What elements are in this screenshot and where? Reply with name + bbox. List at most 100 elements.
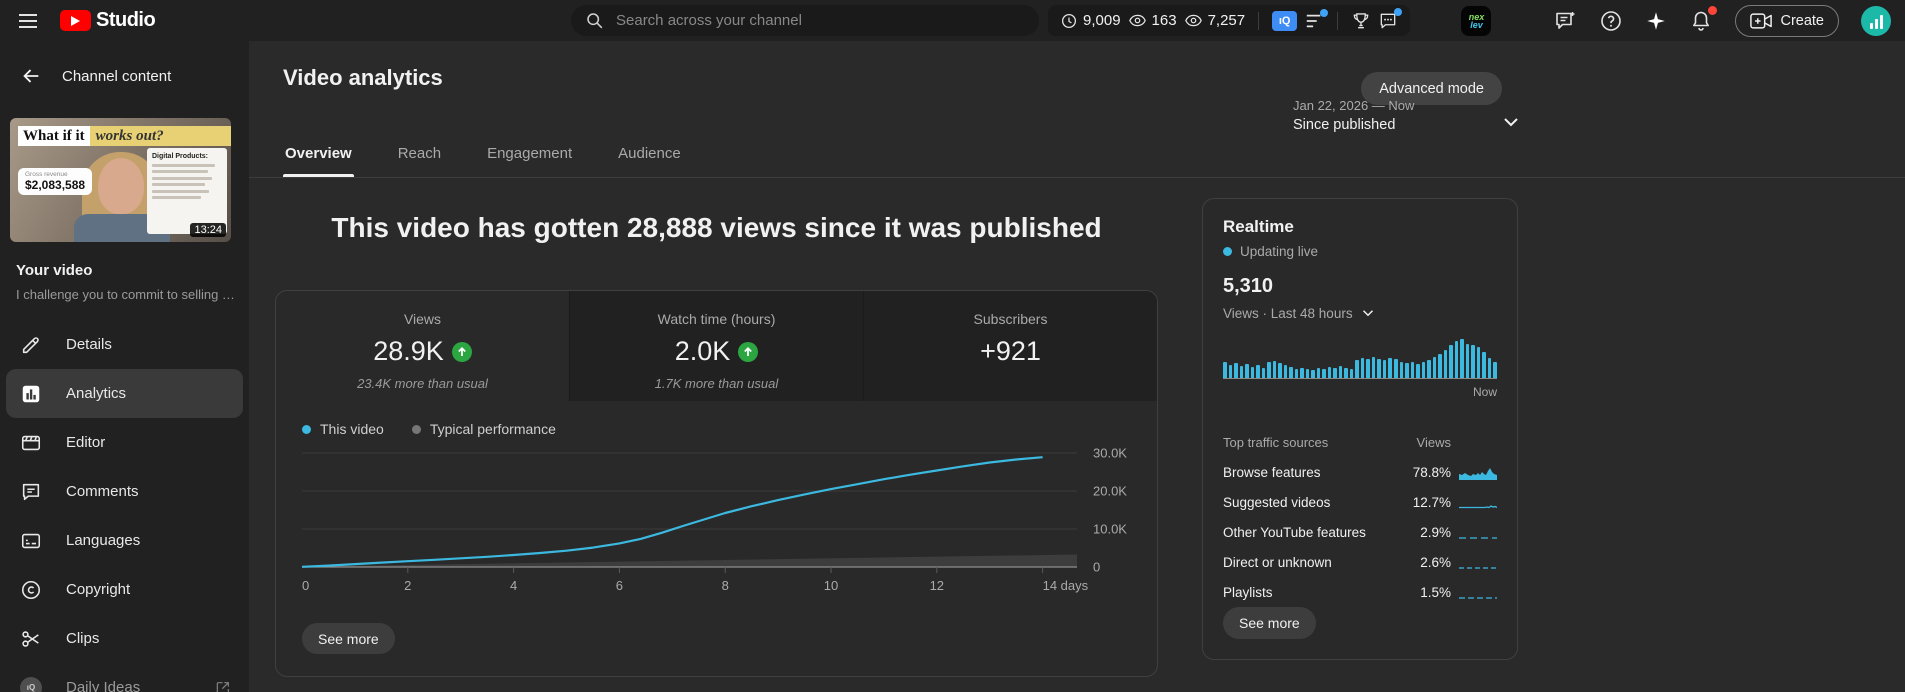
traffic-sources-table: Top traffic sources Views Browse feature… [1223, 435, 1497, 600]
analytics-tabs: Overview Reach Engagement Audience [283, 131, 683, 177]
search-icon [585, 11, 604, 30]
clock-icon [1060, 12, 1078, 30]
trend-up-icon [738, 341, 759, 362]
pencil-icon [20, 334, 42, 356]
your-video-label: Your video [16, 262, 93, 279]
metric-subscribers[interactable]: Subscribers +921 [864, 291, 1157, 401]
traffic-row-playlists: Playlists 1.5% [1223, 585, 1497, 600]
watch-time-value: 9,009 [1083, 12, 1121, 29]
channel-search[interactable] [571, 5, 1039, 36]
this-video-line [301, 456, 1043, 568]
languages-icon [20, 530, 42, 552]
nexlev-extension-icon[interactable]: nex lev [1461, 5, 1492, 36]
live-dot-icon [1223, 247, 1232, 256]
date-mode-text: Since published [1293, 117, 1396, 133]
video-thumbnail[interactable]: What if it works out? Gross revenue $2,08… [10, 118, 231, 242]
sidebar-item-analytics[interactable]: Analytics [6, 369, 243, 418]
chevron-down-icon [1499, 110, 1523, 134]
tab-engagement[interactable]: Engagement [485, 131, 574, 177]
tab-audience[interactable]: Audience [616, 131, 683, 177]
analytics-header: Video analytics Advanced mode Overview R… [249, 41, 1905, 178]
editor-icon [20, 432, 42, 454]
analytics-icon [20, 383, 42, 405]
traffic-row-direct-unknown: Direct or unknown 2.6% [1223, 555, 1497, 570]
views-chart-card: Views 28.9K 23.4K more than usual Watch … [275, 290, 1158, 677]
create-label: Create [1780, 12, 1824, 29]
see-more-button[interactable]: See more [302, 623, 395, 654]
date-range-picker[interactable]: Jan 22, 2026 — Now Since published [1293, 98, 1523, 133]
metric-watch-time[interactable]: Watch time (hours) 2.0K 1.7K more than u… [570, 291, 864, 401]
legend-dot [411, 424, 421, 434]
views-value: 28.9K [373, 336, 444, 366]
sparkle-icon[interactable] [1645, 10, 1667, 32]
sidebar-item-copyright[interactable]: Copyright [0, 565, 249, 614]
now-label: Now [1472, 385, 1497, 399]
vidiq-icon[interactable]: ıQ [1272, 10, 1298, 31]
clips-scissors-icon [20, 628, 42, 650]
sidebar-item-details[interactable]: Details [0, 320, 249, 369]
traffic-row-suggested-videos: Suggested videos 12.7% [1223, 495, 1497, 510]
realtime-views-dropdown[interactable]: Views · Last 48 hours [1223, 304, 1377, 322]
external-link-icon [215, 680, 231, 692]
youtube-play-icon [60, 10, 91, 31]
help-icon[interactable] [1599, 9, 1623, 33]
sidebar-item-editor[interactable]: Editor [0, 418, 249, 467]
extension-stats-bar: 9,009 163 7,257 ıQ [1048, 5, 1411, 36]
legend-typical-performance[interactable]: Typical performance [411, 421, 556, 437]
tab-reach[interactable]: Reach [396, 131, 443, 177]
notifications-bell-icon[interactable] [1689, 5, 1718, 33]
chevron-down-icon [1359, 304, 1377, 322]
legend-this-video[interactable]: This video [302, 421, 384, 437]
thumbnail-title: What if it works out? [18, 126, 231, 146]
thumbnail-revenue-pill: Gross revenue $2,083,588 [18, 168, 93, 195]
watch-time-value: 2.0K [674, 336, 731, 366]
sparkline [1459, 566, 1497, 569]
youtube-studio-logo[interactable]: Studio [60, 9, 156, 32]
metric-tabs: Views 28.9K 23.4K more than usual Watch … [276, 291, 1157, 401]
watch-time-delta: 1.7K more than usual [654, 376, 779, 391]
trend-up-icon [451, 341, 472, 362]
realtime-card: Realtime Updating live 5,310 Views · Las… [1202, 198, 1518, 660]
video-title: I challenge you to commit to selling … [16, 287, 235, 302]
back-arrow-icon[interactable] [20, 65, 42, 87]
back-header[interactable]: Channel content [62, 68, 171, 85]
comments-icon [20, 481, 42, 503]
sparkline [1459, 596, 1497, 599]
account-avatar[interactable] [1861, 5, 1891, 36]
topbar: Studio 9,009 163 7,257 ıQ [0, 0, 1905, 41]
subscribers-value: +921 [980, 336, 1041, 366]
realtime-bar-chart [1223, 339, 1497, 379]
search-input[interactable] [616, 12, 1025, 29]
tab-overview[interactable]: Overview [283, 131, 354, 177]
views-headline: This video has gotten 28,888 views since… [331, 212, 1102, 243]
views-line-chart [301, 452, 1077, 573]
create-video-icon [1750, 12, 1773, 30]
trophy-icon[interactable] [1351, 11, 1371, 31]
legend-dot [302, 424, 311, 434]
chat-bubble-icon[interactable] [1378, 7, 1403, 31]
realtime-see-more-button[interactable]: See more [1223, 607, 1316, 639]
brand-name: Studio [96, 9, 156, 31]
feedback-icon[interactable] [1553, 9, 1577, 33]
compare-list-icon[interactable] [1304, 8, 1329, 30]
page-title: Video analytics [283, 65, 443, 90]
traffic-row-browse-features: Browse features 78.8% [1223, 465, 1497, 480]
thumbnail-products-panel: Digital Products: [147, 148, 227, 234]
views-delta: 23.4K more than usual [357, 376, 488, 391]
menu-icon[interactable] [16, 9, 40, 33]
daily-ideas-icon: ıQ [20, 676, 42, 692]
sidebar-item-clips[interactable]: Clips [0, 614, 249, 663]
sparkline [1459, 504, 1497, 508]
x-axis-ticks [407, 567, 1044, 573]
x-axis-labels: 0 2 4 6 8 10 12 14 days [302, 578, 1089, 593]
sparkline [1459, 467, 1497, 480]
views-large-value: 7,257 [1207, 12, 1246, 29]
metric-views[interactable]: Views 28.9K 23.4K more than usual [276, 291, 570, 401]
sidebar-item-languages[interactable]: Languages [0, 516, 249, 565]
eye-icon [1184, 11, 1203, 30]
realtime-views-count: 5,310 [1223, 275, 1274, 297]
sidebar-item-comments[interactable]: Comments [0, 467, 249, 516]
sidebar: Channel content What if it works out? Gro… [0, 41, 249, 692]
sidebar-item-daily-ideas[interactable]: ıQ Daily Ideas [0, 663, 249, 692]
create-button[interactable]: Create [1735, 4, 1839, 37]
